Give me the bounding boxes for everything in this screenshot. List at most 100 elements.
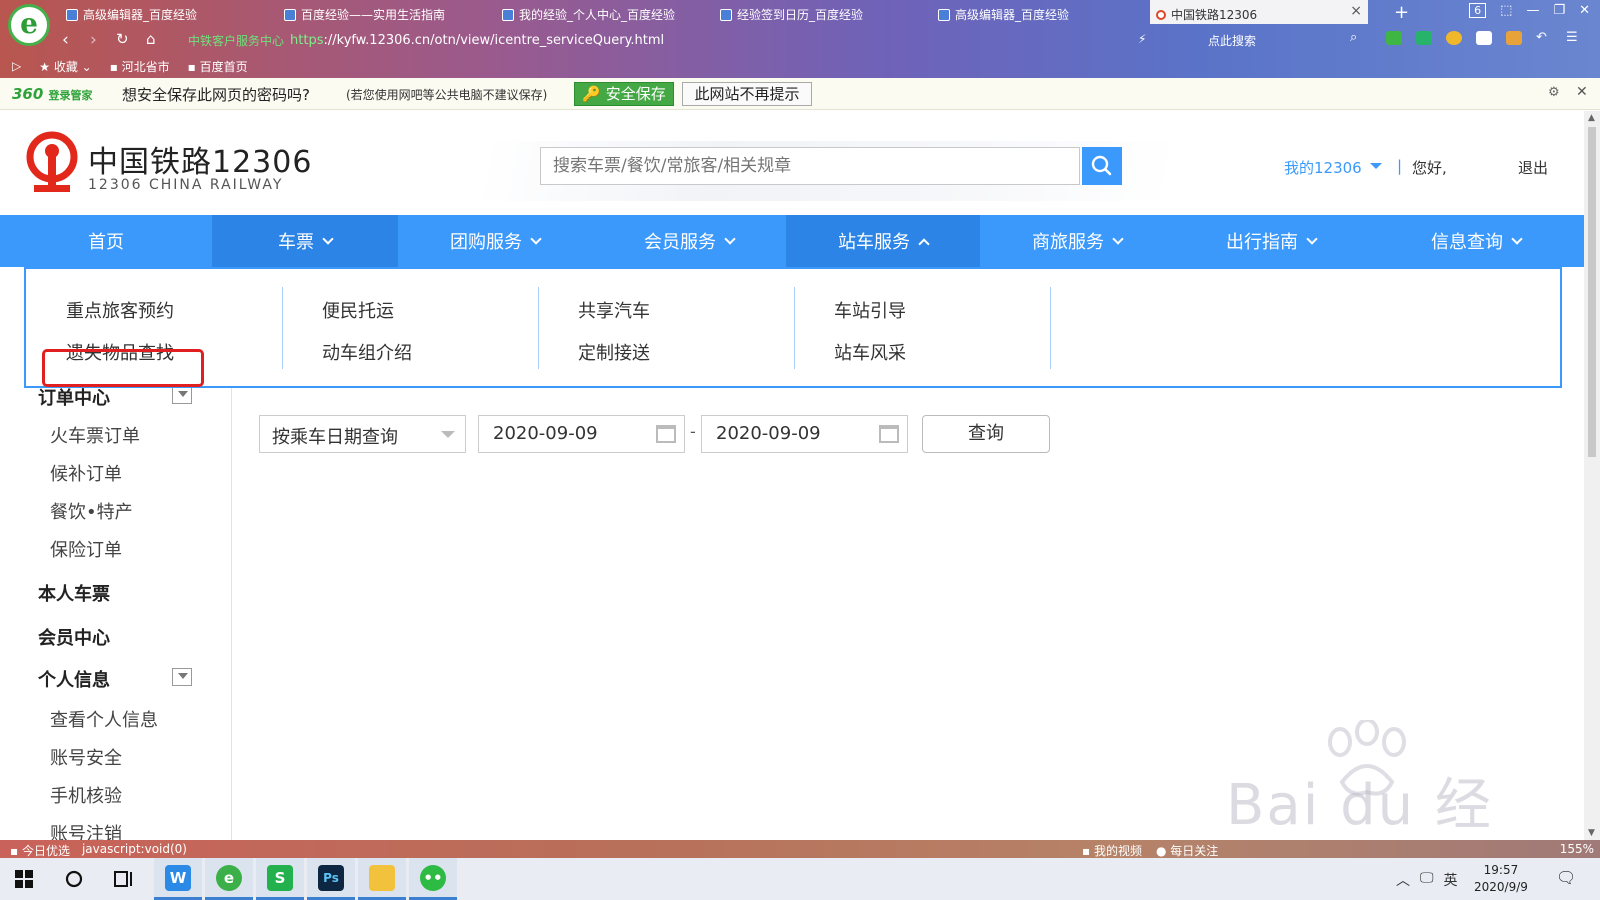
search-engine-label[interactable]: 点此搜索 bbox=[1208, 32, 1256, 49]
reload-icon[interactable]: ↻ bbox=[116, 30, 129, 48]
tab-count-badge[interactable]: 6 bbox=[1469, 3, 1487, 18]
task-view-button[interactable] bbox=[100, 858, 148, 900]
sidebar-heading-my-tickets[interactable]: 本人车票 bbox=[38, 580, 110, 606]
nav-group-service[interactable]: 团购服务 bbox=[398, 215, 592, 267]
query-type-select[interactable]: 按乘车日期查询 bbox=[259, 415, 466, 453]
tab-close-icon[interactable]: × bbox=[1350, 3, 1362, 19]
dropdown-item-station-guide[interactable]: 车站引导 bbox=[834, 297, 906, 323]
browser-tab-active[interactable]: 中国铁路12306 × bbox=[1150, 0, 1368, 24]
speed-mode-icon[interactable]: ⚡ bbox=[1138, 32, 1146, 46]
nav-business-travel[interactable]: 商旅服务 bbox=[980, 215, 1174, 267]
gear-icon[interactable]: ⚙ bbox=[1548, 85, 1560, 100]
calendar-icon[interactable] bbox=[879, 425, 899, 443]
bookmarks-expand-icon[interactable]: ▷ bbox=[12, 59, 21, 73]
certificate-label[interactable]: 中铁客户服务中心 bbox=[188, 32, 284, 49]
network-icon[interactable]: 🖵 bbox=[1420, 870, 1434, 890]
collapse-toggle-icon[interactable] bbox=[172, 668, 192, 686]
search-icon[interactable]: ⌕ bbox=[1350, 30, 1357, 45]
nav-tickets[interactable]: 车票 bbox=[212, 215, 398, 267]
nav-station-service[interactable]: 站车服务 bbox=[786, 215, 980, 267]
daily-focus-link[interactable]: ● 每日关注 bbox=[1156, 842, 1218, 859]
start-button[interactable] bbox=[0, 858, 48, 900]
browser-tab[interactable]: 百度经验——实用生活指南 bbox=[278, 0, 496, 24]
nav-member-service[interactable]: 会员服务 bbox=[592, 215, 786, 267]
sidebar-item-phone-verify[interactable]: 手机核验 bbox=[50, 782, 122, 808]
taskbar-app-sheets[interactable]: S bbox=[256, 858, 304, 900]
forward-icon[interactable]: › bbox=[90, 30, 97, 50]
back-icon[interactable]: ‹ bbox=[62, 30, 69, 50]
browser-tab[interactable]: 高级编辑器_百度经验 bbox=[60, 0, 278, 24]
notification-icon[interactable]: 🗨 bbox=[1556, 868, 1576, 887]
taskbar-clock[interactable]: 19:57 2020/9/9 bbox=[1474, 862, 1528, 896]
restore-icon[interactable]: ❐ bbox=[1553, 3, 1565, 18]
sidebar-heading-member-center[interactable]: 会员中心 bbox=[38, 624, 110, 650]
skin-icon[interactable]: ⬚ bbox=[1500, 3, 1512, 18]
bookmark-hebei[interactable]: ▪ 河北省市 bbox=[110, 58, 170, 75]
close-icon[interactable]: ✕ bbox=[1576, 84, 1588, 100]
new-tab-button[interactable]: + bbox=[1394, 2, 1409, 23]
extension-icon[interactable] bbox=[1506, 31, 1522, 45]
chevron-down-icon[interactable] bbox=[1370, 163, 1382, 169]
taskbar-app-wps[interactable]: W bbox=[154, 858, 202, 900]
taskbar-app-explorer[interactable] bbox=[358, 858, 406, 900]
dropdown-item-shared-car[interactable]: 共享汽车 bbox=[578, 297, 650, 323]
extension-icon[interactable] bbox=[1416, 31, 1432, 45]
my-12306-link[interactable]: 我的12306 bbox=[1284, 157, 1362, 178]
logout-link[interactable]: 退出 bbox=[1518, 157, 1548, 178]
page-scrollbar[interactable]: ▲ ▼ bbox=[1584, 111, 1600, 840]
query-button[interactable]: 查询 bbox=[922, 415, 1050, 453]
minimize-icon[interactable]: — bbox=[1526, 3, 1539, 18]
address-bar[interactable]: 中铁客户服务中心 https://kyfw.12306.cn/otn/view/… bbox=[188, 29, 1170, 51]
end-date-input[interactable]: 2020-09-09 bbox=[701, 415, 908, 453]
bookmark-favorites[interactable]: ★ 收藏 ⌄ bbox=[39, 58, 91, 75]
sidebar-item-view-profile[interactable]: 查看个人信息 bbox=[50, 706, 158, 732]
sidebar-item-account-cancel[interactable]: 账号注销 bbox=[50, 820, 122, 840]
never-prompt-button[interactable]: 此网站不再提示 bbox=[682, 82, 812, 106]
dropdown-item-emu-intro[interactable]: 动车组介绍 bbox=[322, 339, 412, 365]
tray-expand-icon[interactable]: ︿ bbox=[1396, 870, 1410, 890]
browser-tab[interactable]: 经验签到日历_百度经验 bbox=[714, 0, 932, 24]
undo-icon[interactable]: ↶ bbox=[1536, 31, 1552, 45]
taskbar-app-wechat[interactable]: •• bbox=[409, 858, 457, 900]
my-videos-link[interactable]: ▪ 我的视频 bbox=[1082, 842, 1142, 859]
scroll-down-icon[interactable]: ▼ bbox=[1588, 828, 1595, 838]
sidebar-heading-order-center[interactable]: 订单中心 bbox=[38, 388, 110, 410]
sidebar-item-insurance-orders[interactable]: 保险订单 bbox=[50, 536, 122, 562]
sidebar-heading-personal-info[interactable]: 个人信息 bbox=[38, 666, 110, 692]
dropdown-item-custom-transfer[interactable]: 定制接送 bbox=[578, 339, 650, 365]
collapse-toggle-icon[interactable] bbox=[172, 388, 192, 404]
sidebar-item-waitlist-orders[interactable]: 候补订单 bbox=[50, 460, 122, 486]
dropdown-item-station-gallery[interactable]: 站车风采 bbox=[834, 339, 906, 365]
ime-indicator[interactable]: 英 bbox=[1444, 870, 1458, 890]
home-icon[interactable]: ⌂ bbox=[146, 30, 156, 48]
sidebar-item-food-specialty[interactable]: 餐饮•特产 bbox=[50, 498, 133, 524]
calendar-icon[interactable] bbox=[656, 425, 676, 443]
dropdown-item-priority-passenger[interactable]: 重点旅客预约 bbox=[66, 297, 174, 323]
menu-icon[interactable]: ☰ bbox=[1566, 31, 1582, 45]
dropdown-item-consignment[interactable]: 便民托运 bbox=[322, 297, 394, 323]
extension-icon[interactable] bbox=[1446, 31, 1462, 45]
scrollbar-thumb[interactable] bbox=[1588, 127, 1596, 457]
taskbar-app-browser[interactable]: e bbox=[205, 858, 253, 900]
zoom-level[interactable]: 155% bbox=[1560, 842, 1594, 856]
china-railway-logo-icon[interactable] bbox=[24, 131, 80, 193]
today-picks-link[interactable]: ▪ 今日优选 bbox=[10, 842, 70, 859]
extension-icon[interactable] bbox=[1386, 31, 1402, 45]
sidebar-item-account-security[interactable]: 账号安全 bbox=[50, 744, 122, 770]
start-date-input[interactable]: 2020-09-09 bbox=[478, 415, 685, 453]
nav-info-query[interactable]: 信息查询 bbox=[1368, 215, 1584, 267]
taskbar-app-photoshop[interactable]: Ps bbox=[307, 858, 355, 900]
nav-home[interactable]: 首页 bbox=[0, 215, 212, 267]
close-window-icon[interactable]: ✕ bbox=[1579, 3, 1590, 18]
nav-travel-guide[interactable]: 出行指南 bbox=[1174, 215, 1368, 267]
site-search-button[interactable] bbox=[1082, 147, 1122, 185]
site-name[interactable]: 中国铁路12306 bbox=[88, 137, 312, 181]
extension-icon[interactable] bbox=[1476, 31, 1492, 45]
sidebar-item-train-orders[interactable]: 火车票订单 bbox=[50, 422, 140, 448]
site-search-input[interactable] bbox=[540, 147, 1080, 185]
cortana-button[interactable] bbox=[50, 858, 98, 900]
browser-tab[interactable]: 高级编辑器_百度经验 bbox=[932, 0, 1150, 24]
bookmark-baidu[interactable]: ▪ 百度首页 bbox=[188, 58, 248, 75]
safe-save-button[interactable]: 🔑 安全保存 bbox=[574, 82, 674, 106]
scroll-up-icon[interactable]: ▲ bbox=[1588, 113, 1595, 123]
